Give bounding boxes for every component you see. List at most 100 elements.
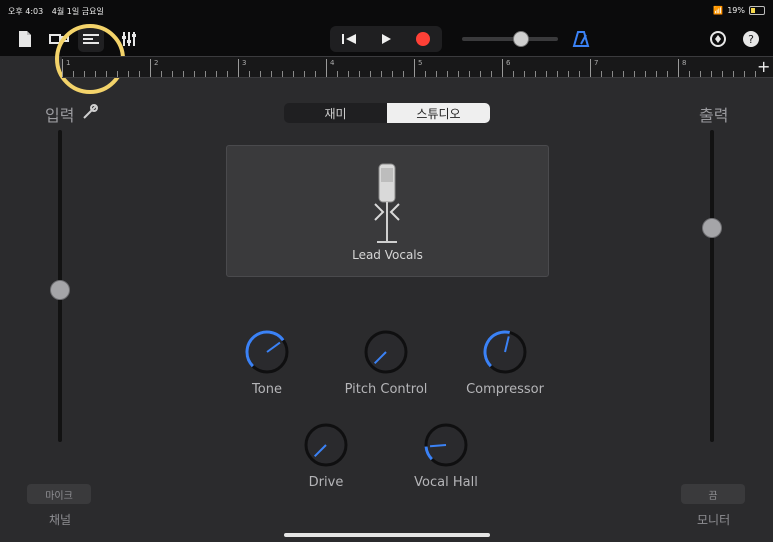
output-level-slider[interactable] (710, 130, 714, 442)
transport-controls (330, 26, 442, 52)
master-volume-thumb[interactable] (512, 31, 529, 47)
ruler-minor-tick (513, 71, 514, 77)
play-button[interactable] (373, 26, 399, 52)
knob-drive-svg (304, 423, 348, 467)
record-icon (416, 32, 431, 46)
ruler-minor-tick (579, 71, 580, 77)
metronome-button[interactable] (568, 26, 594, 52)
ruler-minor-tick (623, 71, 624, 77)
ruler-minor-tick (645, 71, 646, 77)
mixer-icon (122, 32, 136, 46)
preset-name: Lead Vocals (352, 248, 423, 262)
ruler-minor-tick (436, 71, 437, 77)
ruler-bar-number: 2 (154, 59, 159, 67)
timeline-ruler[interactable]: 1 2 3 4 5 6 7 8 (62, 56, 773, 78)
ruler-minor-tick (491, 71, 492, 77)
input-label: 입력 (45, 106, 75, 125)
ruler-minor-tick (546, 71, 547, 77)
ruler-minor-tick (722, 71, 723, 77)
ruler-minor-tick (249, 71, 250, 77)
ruler-minor-tick (755, 71, 756, 77)
knob-pitch-control[interactable] (362, 328, 410, 380)
rewind-icon (341, 34, 356, 44)
ruler-minor-tick (392, 71, 393, 77)
knob-compressor-svg (483, 330, 527, 374)
input-level-thumb[interactable] (50, 280, 70, 301)
knob-vocal-hall-label: Vocal Hall (414, 475, 478, 490)
ruler-minor-tick (667, 71, 668, 77)
ruler-minor-tick (337, 71, 338, 77)
segment-label-0: 재미 (324, 106, 347, 121)
ruler-minor-tick (106, 71, 107, 77)
ruler-minor-tick (524, 71, 525, 77)
knob-compressor[interactable] (481, 328, 529, 380)
knob-drive[interactable] (302, 421, 350, 473)
knob-drive-label: Drive (308, 475, 344, 490)
ruler-major-tick (590, 59, 591, 77)
ruler-minor-tick (535, 71, 536, 77)
svg-text:?: ? (748, 33, 754, 46)
ruler-bar-number: 6 (506, 59, 511, 67)
tuner-icon (83, 104, 98, 119)
ruler-bar-number: 8 (682, 59, 687, 67)
ruler-minor-tick (425, 71, 426, 77)
segment-item-1[interactable]: 스튜디오 (387, 103, 490, 123)
ruler-major-tick (414, 59, 415, 77)
monitor-button[interactable]: 끔 (681, 484, 745, 504)
ruler-minor-tick (557, 71, 558, 77)
ruler-bar-number: 3 (242, 59, 247, 67)
ruler-minor-tick (260, 71, 261, 77)
status-bar: 오후 4:03 4월 1일 금요일 📶 19% (0, 0, 773, 22)
ruler-minor-tick (711, 71, 712, 77)
ruler-minor-tick (194, 71, 195, 77)
record-button[interactable] (410, 26, 436, 52)
ruler-minor-tick (73, 71, 74, 77)
master-volume-slider[interactable] (462, 37, 558, 41)
output-level-thumb[interactable] (702, 217, 722, 238)
status-right: 📶 19% (713, 6, 765, 15)
input-tuner-icon[interactable] (80, 102, 100, 126)
mode-segmented-control[interactable]: 재미 스튜디오 (284, 103, 490, 123)
segment-item-0[interactable]: 재미 (284, 103, 387, 123)
ruler-minor-tick (315, 71, 316, 77)
mic-channel-button[interactable]: 마이크 (27, 484, 91, 504)
ruler-minor-tick (634, 71, 635, 77)
ruler-minor-tick (84, 71, 85, 77)
knob-tone[interactable] (243, 328, 291, 380)
microphone-icon (367, 158, 407, 252)
ruler-minor-tick (612, 71, 613, 77)
document-icon[interactable] (12, 26, 38, 52)
input-bottom-caption: 채널 (49, 513, 72, 527)
settings-icon (710, 31, 726, 47)
ruler-minor-tick (689, 71, 690, 77)
ruler-minor-tick (480, 71, 481, 77)
ruler-minor-tick (282, 71, 283, 77)
ruler-minor-tick (172, 71, 173, 77)
ruler-minor-tick (370, 71, 371, 77)
ruler-major-tick (502, 59, 503, 77)
ruler-bar-number: 7 (594, 59, 599, 67)
document-icon-svg (19, 31, 31, 47)
knob-pitch-control-svg (364, 330, 408, 374)
ruler-minor-tick (656, 71, 657, 77)
output-bottom-caption: 모니터 (697, 513, 731, 527)
add-section-button[interactable]: + (757, 57, 770, 76)
rewind-button[interactable] (336, 26, 362, 52)
output-label: 출력 (699, 106, 729, 125)
settings-button[interactable] (705, 26, 731, 52)
ruler-minor-tick (117, 71, 118, 77)
ruler-minor-tick (348, 71, 349, 77)
toolbar: ? (0, 22, 773, 94)
knob-tone-label: Tone (252, 382, 282, 397)
ruler-minor-tick (216, 71, 217, 77)
help-icon: ? (743, 31, 759, 47)
ruler-minor-tick (469, 71, 470, 77)
ruler-major-tick (678, 59, 679, 77)
ruler-minor-tick (95, 71, 96, 77)
knob-vocal-hall[interactable] (422, 421, 470, 473)
help-button[interactable]: ? (738, 26, 764, 52)
preset-panel[interactable]: Lead Vocals (226, 145, 549, 277)
ruler-minor-tick (293, 71, 294, 77)
ruler-bar-number: 4 (330, 59, 335, 67)
ruler-minor-tick (183, 71, 184, 77)
